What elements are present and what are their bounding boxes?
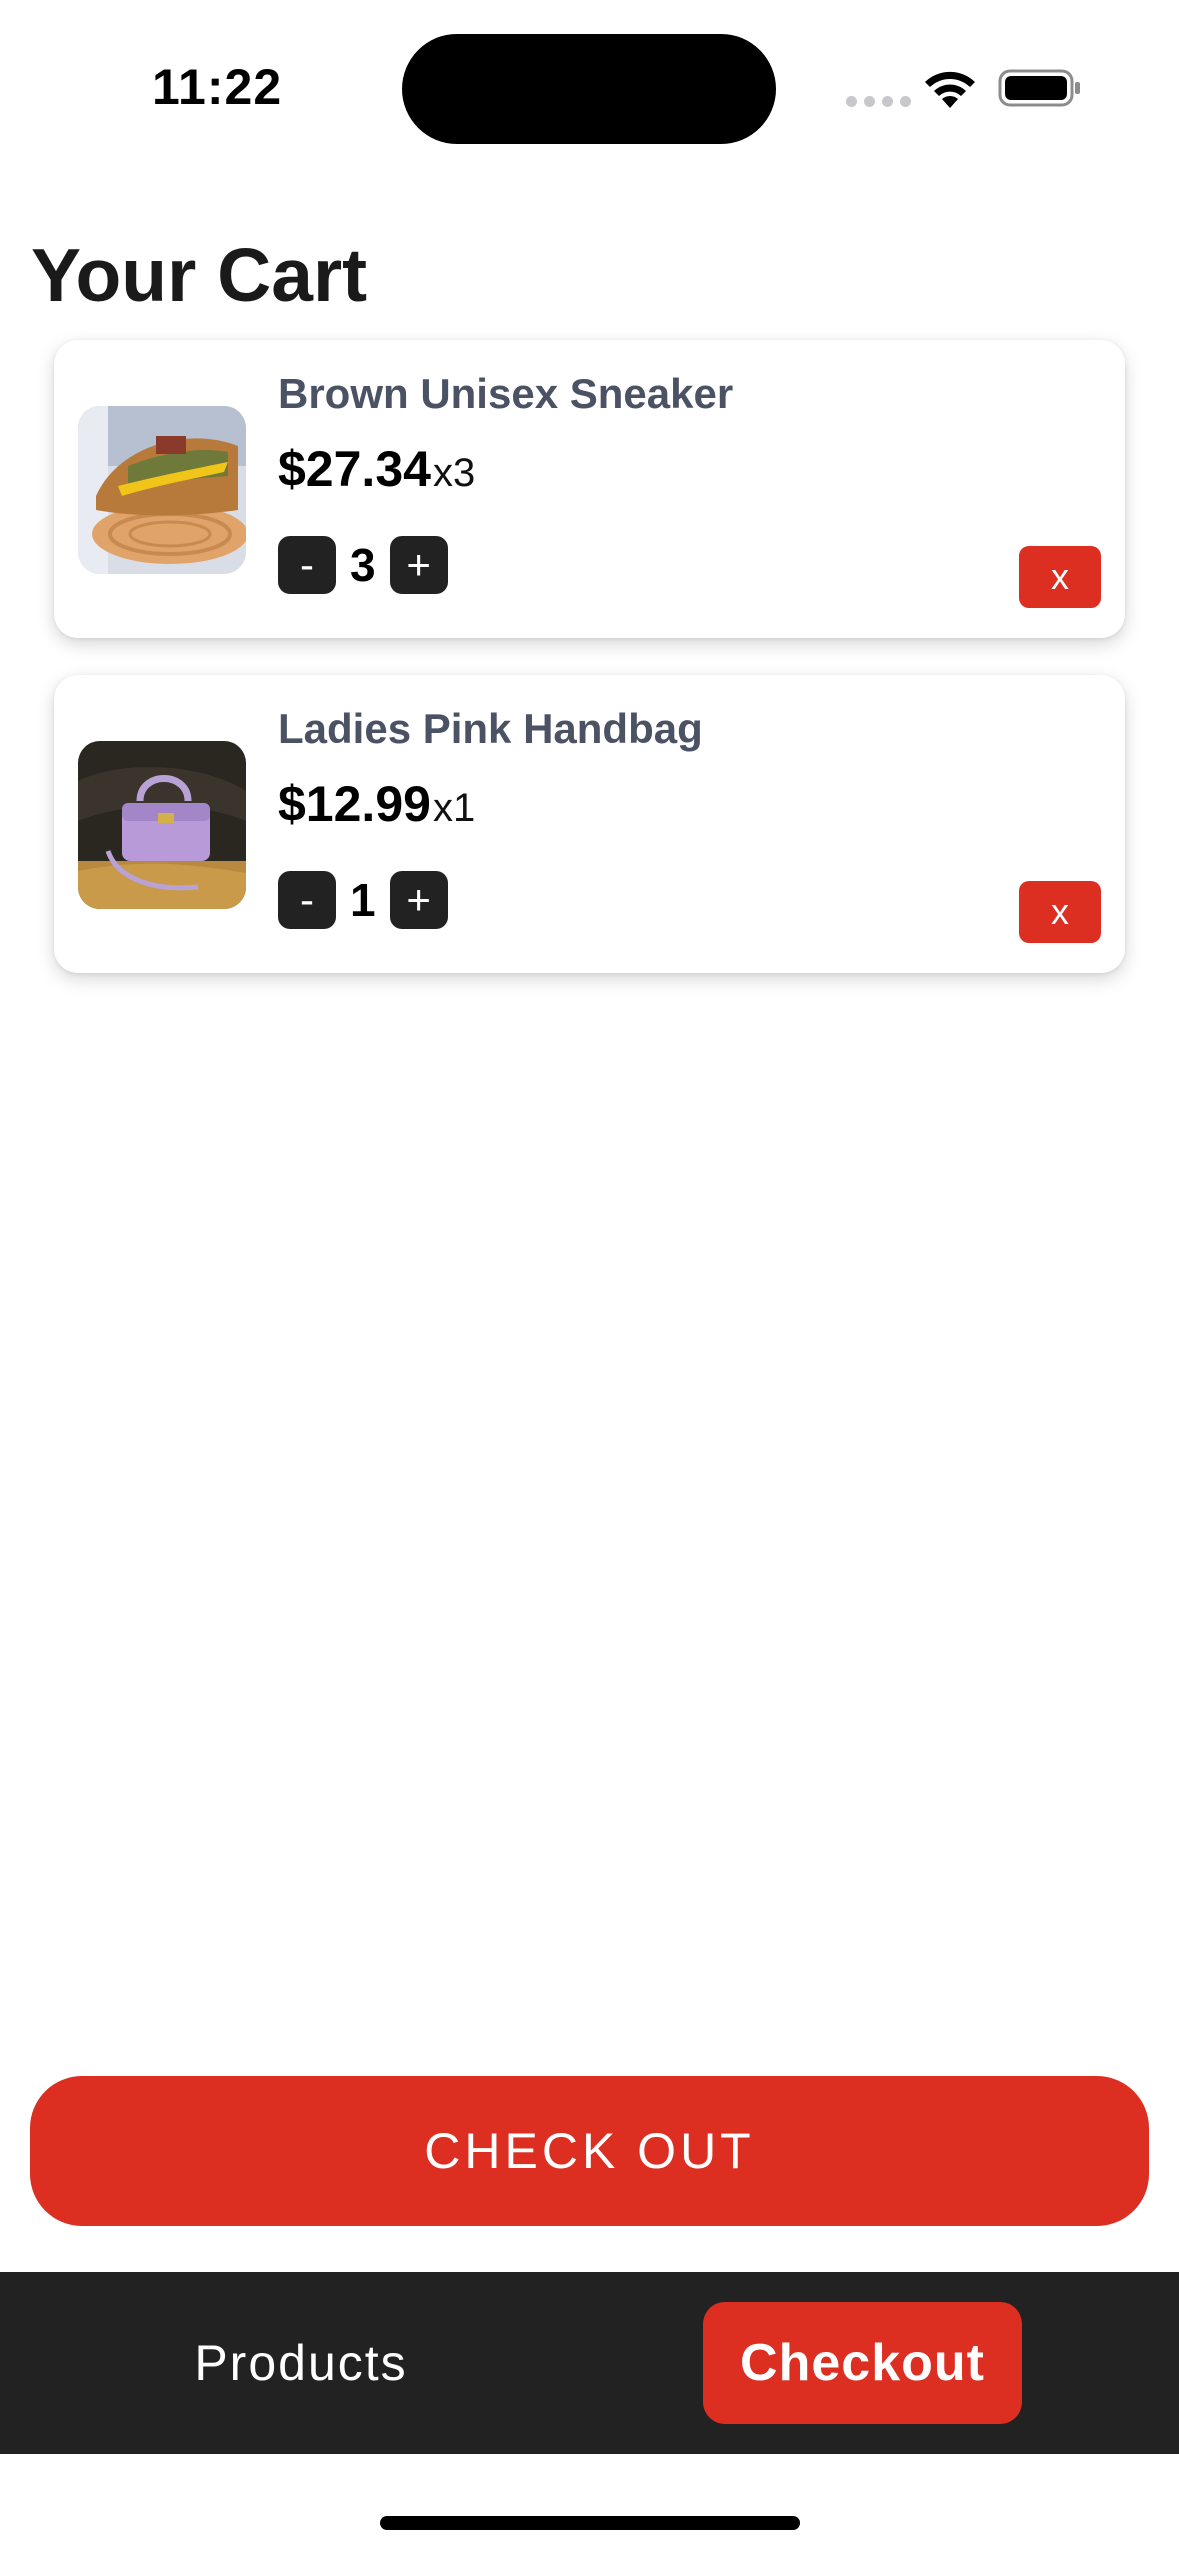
wifi-icon — [925, 71, 975, 108]
cart-item: Ladies Pink Handbag $12.99 x1 - 1 + x — [54, 675, 1125, 973]
quantity-stepper: - 1 + — [278, 871, 448, 929]
item-price: $27.34 — [278, 441, 431, 497]
cart-item: Brown Unisex Sneaker $27.34 x3 - 3 + x — [54, 340, 1125, 638]
item-name: Brown Unisex Sneaker — [278, 370, 734, 417]
tab-products[interactable]: Products — [100, 2272, 502, 2454]
home-indicator[interactable] — [380, 2516, 800, 2530]
handbag-photo — [78, 741, 246, 909]
check-out-button[interactable]: CHECK OUT — [30, 2076, 1149, 2226]
item-multiplier: x3 — [432, 451, 476, 495]
price-row: $12.99 x1 — [278, 775, 475, 833]
status-bar: 11:22 — [0, 0, 1179, 170]
decrement-button[interactable]: - — [278, 871, 336, 929]
quantity-stepper: - 3 + — [278, 536, 448, 594]
item-name: Ladies Pink Handbag — [278, 705, 703, 752]
remove-item-button[interactable]: x — [1019, 881, 1101, 943]
decrement-button[interactable]: - — [278, 536, 336, 594]
remove-item-button[interactable]: x — [1019, 546, 1101, 608]
quantity-value: 1 — [350, 874, 376, 926]
tab-checkout[interactable]: Checkout — [703, 2302, 1022, 2424]
battery-icon — [998, 69, 1080, 107]
page-title: Your Cart — [31, 233, 368, 317]
quantity-value: 3 — [350, 539, 376, 591]
dynamic-island — [402, 34, 776, 144]
bottom-tab-bar: Products Checkout — [0, 2272, 1179, 2454]
increment-button[interactable]: + — [389, 871, 448, 929]
cellular-signal-icon — [846, 96, 911, 107]
status-time: 11:22 — [152, 59, 283, 115]
sneaker-photo — [78, 406, 246, 574]
increment-button[interactable]: + — [389, 536, 448, 594]
cart-list: Brown Unisex Sneaker $27.34 x3 - 3 + x L… — [54, 340, 1125, 1010]
item-price: $12.99 — [278, 776, 431, 832]
price-row: $27.34 x3 — [278, 440, 475, 498]
item-multiplier: x1 — [432, 786, 476, 830]
